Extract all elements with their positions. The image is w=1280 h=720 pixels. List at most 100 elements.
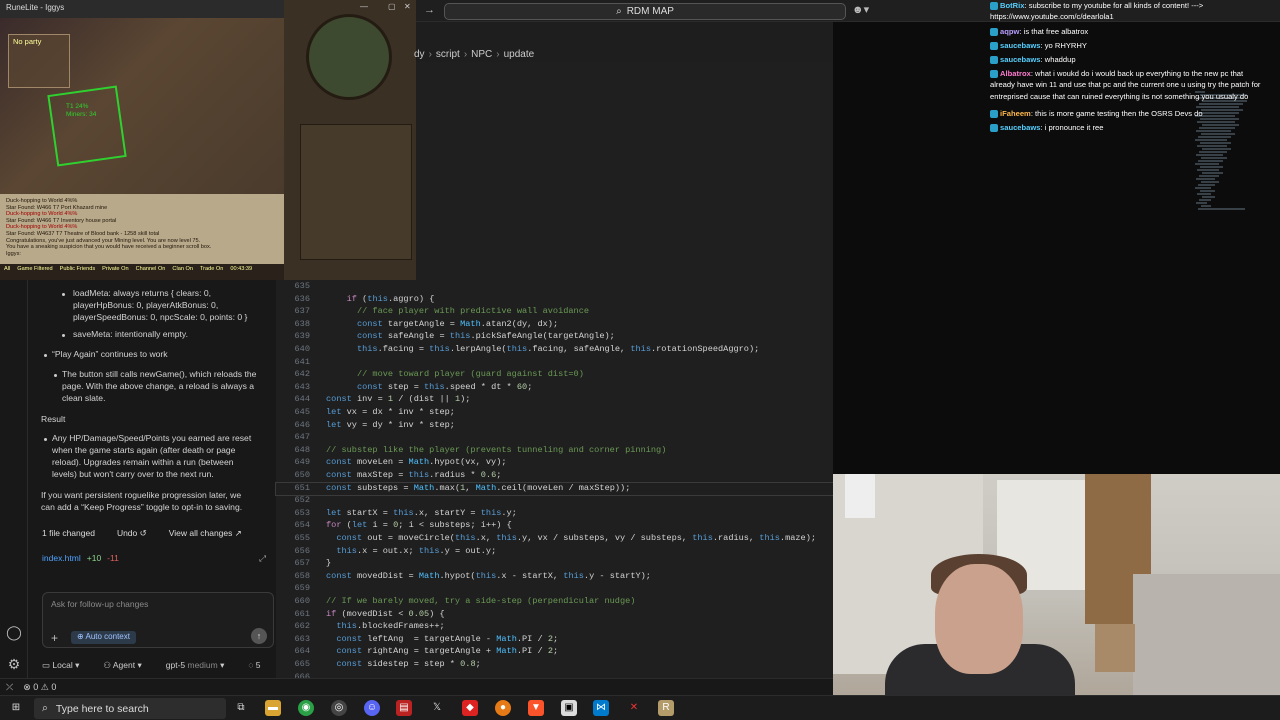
remote-icon[interactable]: ⤫	[6, 682, 13, 693]
lines-removed: -11	[107, 553, 119, 564]
follow-up-input[interactable]: Ask for follow-up changes + ⊕ Auto conte…	[42, 592, 274, 648]
code-line[interactable]: 663 const leftAng = targetAngle - Math.P…	[276, 634, 833, 647]
code-line[interactable]: 646 let vy = dy * inv * step;	[276, 420, 833, 433]
breadcrumb-item[interactable]: script	[436, 49, 460, 60]
code-line[interactable]: 641	[276, 357, 833, 370]
task-view-icon[interactable]: ⧉	[233, 700, 249, 716]
game-inventory[interactable]	[300, 124, 412, 260]
chat-username[interactable]: BotRix	[1000, 1, 1024, 10]
code-line[interactable]: 650 const maxStep = this.radius * 0.6;	[276, 470, 833, 483]
app-icon[interactable]: ▣	[561, 700, 577, 716]
undo-button[interactable]: Undo ↺	[117, 528, 147, 539]
code-line[interactable]: 657}	[276, 558, 833, 571]
expand-icon[interactable]: ⤢	[259, 553, 266, 564]
windows-start-icon[interactable]: ⊞	[8, 700, 24, 716]
code-line[interactable]: 653 let startX = this.x, startY = this.y;	[276, 508, 833, 521]
chat-username[interactable]: saucebaws	[1000, 123, 1041, 132]
code-line[interactable]: 654 for (let i = 0; i < substeps; i++) {	[276, 520, 833, 533]
minimize-icon[interactable]: —	[360, 2, 368, 11]
chrome-icon[interactable]: ◉	[298, 700, 314, 716]
line-code: // If we barely moved, try a side-step (…	[326, 596, 636, 606]
code-line[interactable]: 635	[276, 281, 833, 294]
chat-username[interactable]: saucebaws	[1000, 55, 1041, 64]
model-dropdown[interactable]: gpt-5 medium ▾	[166, 660, 225, 671]
code-line[interactable]: 659	[276, 583, 833, 596]
code-line[interactable]: 645 let vx = dx * inv * step;	[276, 407, 833, 420]
discord-icon[interactable]: ☺	[364, 700, 380, 716]
add-context-icon[interactable]: +	[51, 630, 58, 646]
party-panel: No party	[8, 34, 70, 88]
line-code: // substep like the player (prevents tun…	[326, 444, 667, 455]
local-dropdown[interactable]: ▭ Local ▾	[42, 660, 79, 671]
code-line[interactable]: 652	[276, 495, 833, 508]
line-code: if (movedDist < 0.05) {	[326, 608, 445, 619]
code-line[interactable]: 665 const sidestep = step * 0.8;	[276, 659, 833, 672]
code-line[interactable]: 664 const rightAng = targetAngle + Math.…	[276, 646, 833, 659]
line-number: 640	[294, 344, 310, 354]
sword-app-icon[interactable]: ✕	[626, 700, 642, 716]
close-icon[interactable]: ✕	[404, 2, 411, 11]
account-icon[interactable]: ◯	[6, 624, 22, 640]
brave-icon[interactable]: ▼	[528, 700, 544, 716]
game-chat-tab[interactable]: Private On	[102, 266, 128, 278]
chat-text: reload). Upgrades remain within a run (b…	[52, 457, 234, 467]
changed-file-name[interactable]: index.html	[42, 553, 81, 564]
taskbar-search[interactable]: ⌕ Type here to search	[34, 698, 226, 719]
chat-username[interactable]: saucebaws	[1000, 41, 1041, 50]
chat-username[interactable]: aqpw	[1000, 27, 1019, 36]
problems-indicator[interactable]: ⊗ 0 ⚠ 0	[23, 682, 56, 693]
code-line[interactable]: 647	[276, 432, 833, 445]
game-chat-tab[interactable]: Game Filtered	[17, 266, 52, 278]
voicemeeter-icon[interactable]: ▤	[396, 700, 412, 716]
game-chat-tab[interactable]: Channel On	[136, 266, 166, 278]
code-line[interactable]: 639 const safeAngle = this.pickSafeAngle…	[276, 331, 833, 344]
line-number: 645	[294, 407, 310, 417]
gear-icon[interactable]: ⚙	[6, 656, 22, 672]
back-arrow-icon[interactable]: →	[424, 4, 435, 16]
code-line[interactable]: 643 const step = this.speed * dt * 60;	[276, 382, 833, 395]
code-line[interactable]: 636 if (this.aggro) {	[276, 294, 833, 307]
code-line[interactable]: 655 const out = moveCircle(this.x, this.…	[276, 533, 833, 546]
breadcrumb-item[interactable]: NPC	[471, 49, 492, 60]
agent-dropdown[interactable]: ⚇ Agent ▾	[103, 660, 141, 671]
code-line[interactable]: 640 this.facing = this.lerpAngle(this.fa…	[276, 344, 833, 357]
game-chat-tab[interactable]: All	[4, 266, 10, 278]
code-line[interactable]: 656 this.x = out.x; this.y = out.y;	[276, 546, 833, 559]
code-line[interactable]: 662 this.blockedFrames++;	[276, 621, 833, 634]
breadcrumb-item[interactable]: update	[504, 49, 535, 60]
blender-icon[interactable]: ●	[495, 700, 511, 716]
code-line[interactable]: 642 // move toward player (guard against…	[276, 369, 833, 382]
code-line[interactable]: 637 // face player with predictive wall …	[276, 306, 833, 319]
webcam-feed	[833, 474, 1280, 695]
maximize-icon[interactable]: ▢	[388, 2, 396, 11]
code-line[interactable]: 661 if (movedDist < 0.05) {	[276, 609, 833, 622]
code-line[interactable]: 649 const moveLen = Math.hypot(vx, vy);	[276, 457, 833, 470]
pdf-icon[interactable]: ◆	[462, 700, 478, 716]
game-chat-tab[interactable]: Clan On	[172, 266, 193, 278]
game-chat-tab[interactable]: 00:43:39	[230, 266, 252, 278]
request-count: ◌ 5	[248, 660, 261, 670]
code-line[interactable]: 648 // substep like the player (prevents …	[276, 445, 833, 458]
runelite-icon[interactable]: R	[658, 700, 674, 716]
game-chat-tab[interactable]: Trade On	[200, 266, 223, 278]
code-line[interactable]: 658 const movedDist = Math.hypot(this.x -…	[276, 571, 833, 584]
copilot-icon[interactable]: ☻▾	[852, 3, 869, 16]
command-center[interactable]: ⌕ RDM MAP	[444, 3, 846, 20]
changed-file-row[interactable]: index.html +10 -11 ⤢	[42, 552, 266, 566]
breadcrumb-item[interactable]: dy	[414, 49, 425, 60]
code-line[interactable]: 651 const substeps = Math.max(1, Math.cei…	[275, 481, 834, 497]
x-app-icon[interactable]: 𝕏	[429, 700, 445, 716]
view-all-changes-button[interactable]: View all changes ↗	[169, 528, 242, 539]
chat-username[interactable]: iFaheem	[1000, 109, 1031, 118]
game-chat-tab[interactable]: Public Friends	[60, 266, 95, 278]
chat-username[interactable]: Albatrox	[1000, 69, 1031, 78]
game-minimap[interactable]	[306, 14, 392, 100]
file-explorer-icon[interactable]: ▬	[265, 700, 281, 716]
send-button[interactable]: ↑	[251, 628, 267, 644]
code-line[interactable]: 660 // If we barely moved, try a side-ste…	[276, 596, 833, 609]
code-line[interactable]: 644 const inv = 1 / (dist || 1);	[276, 394, 833, 407]
auto-context-chip[interactable]: ⊕ Auto context	[71, 631, 136, 644]
obs-icon[interactable]: ◎	[331, 700, 347, 716]
code-line[interactable]: 638 const targetAngle = Math.atan2(dy, d…	[276, 319, 833, 332]
vscode-icon[interactable]: ⋈	[593, 700, 609, 716]
